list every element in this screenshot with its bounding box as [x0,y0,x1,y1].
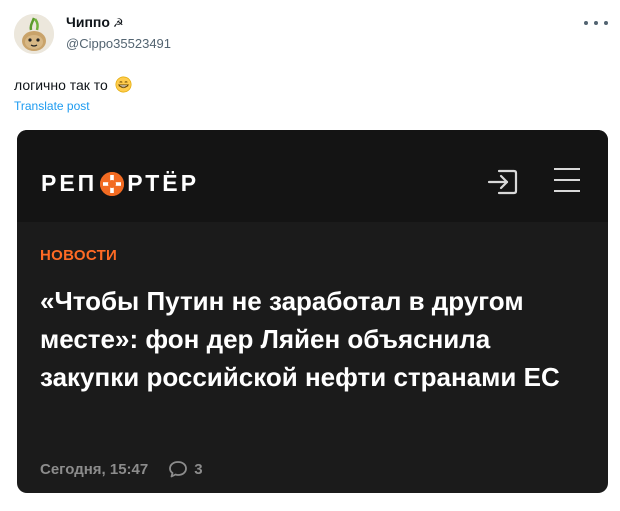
tweet: Чиппо ☭ @Cippo35523491 логично так то Tra… [0,0,620,511]
author-handle[interactable]: @Cippo35523491 [66,35,171,53]
logo-crosshair-icon [100,171,125,196]
section-label[interactable]: НОВОСТИ [40,247,117,264]
translate-post-link[interactable]: Translate post [14,99,90,113]
more-options-button[interactable] [584,16,608,30]
article-date: Сегодня, 15:47 [40,460,149,478]
avatar[interactable] [14,14,54,54]
site-header: РЕП РТЁР [17,130,608,222]
comment-count: 3 [194,460,203,478]
link-preview-card[interactable]: РЕП РТЁР НОВОСТИ «Чтобы Путин не заработ… [17,130,608,493]
login-icon[interactable] [487,168,519,196]
more-dots-icon [584,21,588,25]
article-headline[interactable]: «Чтобы Путин не заработал в другом месте… [40,282,590,396]
tweet-text-body: логично так то [14,77,108,93]
site-logo[interactable]: РЕП РТЁР [41,170,199,197]
author-block: Чиппо ☭ @Cippo35523491 [66,13,171,53]
logo-text-right: РТЁР [127,170,200,196]
comment-bubble-icon[interactable] [168,460,188,478]
article-meta: Сегодня, 15:47 3 [40,460,203,478]
hamburger-menu-icon[interactable] [554,168,580,196]
author-display-name[interactable]: Чиппо [66,13,110,31]
hammer-sickle-icon: ☭ [112,16,124,30]
tweet-text: логично так то [14,75,132,95]
onion-avatar-icon [14,14,54,54]
grinning-face-icon [115,76,132,93]
logo-text-left: РЕП [41,170,98,196]
